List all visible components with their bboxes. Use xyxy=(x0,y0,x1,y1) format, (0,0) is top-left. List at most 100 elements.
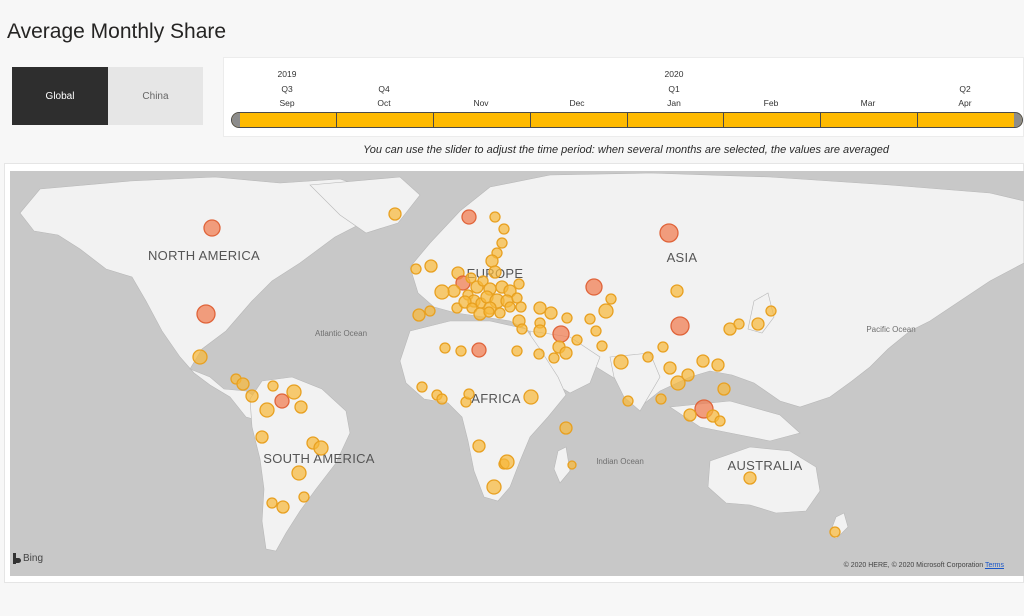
map-bubble[interactable] xyxy=(488,265,502,279)
map-bubble[interactable] xyxy=(743,471,757,485)
map-bubble[interactable] xyxy=(291,465,307,481)
map-bubble[interactable] xyxy=(439,342,451,354)
map-bubble[interactable] xyxy=(605,293,617,305)
map-bubble[interactable] xyxy=(717,382,731,396)
map-bubble[interactable] xyxy=(498,223,510,235)
map-bubble[interactable] xyxy=(523,389,539,405)
map-bubble[interactable] xyxy=(313,440,329,456)
terms-link[interactable]: Terms xyxy=(985,562,1004,569)
toggle-global[interactable]: Global xyxy=(12,67,108,125)
map-bubble[interactable] xyxy=(567,460,577,470)
map-bubble[interactable] xyxy=(659,223,679,243)
map-bubble[interactable] xyxy=(657,341,669,353)
map-bubble[interactable] xyxy=(236,377,250,391)
month-label: Oct xyxy=(377,98,391,108)
map-bubble[interactable] xyxy=(266,497,278,509)
map-bubble[interactable] xyxy=(472,439,486,453)
slider-hint: You can use the slider to adjust the tim… xyxy=(363,144,889,156)
toggle-china[interactable]: China xyxy=(108,67,203,125)
map-bubble[interactable] xyxy=(622,395,634,407)
map-bubble[interactable] xyxy=(613,354,629,370)
map-bubble[interactable] xyxy=(267,380,279,392)
map-bubble[interactable] xyxy=(410,263,422,275)
map-bubble[interactable] xyxy=(533,301,547,315)
map-bubble[interactable] xyxy=(461,209,477,225)
map-bubble[interactable] xyxy=(424,259,438,273)
map-bubble[interactable] xyxy=(515,301,527,313)
map-bubble[interactable] xyxy=(655,393,667,405)
map-bubble[interactable] xyxy=(196,304,216,324)
map-bubble[interactable] xyxy=(274,393,290,409)
map-bubble[interactable] xyxy=(294,400,308,414)
region-label-asia: ASIA xyxy=(667,250,698,265)
map-bubble[interactable] xyxy=(496,237,508,249)
map-bubble[interactable] xyxy=(533,324,547,338)
time-slider-track[interactable] xyxy=(231,112,1023,128)
map-bubble[interactable] xyxy=(561,312,573,324)
map-bubble[interactable] xyxy=(434,284,450,300)
map-bubble[interactable] xyxy=(765,305,777,317)
map-bubble[interactable] xyxy=(436,393,448,405)
map-bubble[interactable] xyxy=(504,301,516,313)
map-bubble[interactable] xyxy=(286,384,302,400)
map-bubble[interactable] xyxy=(203,219,221,237)
map-bubble[interactable] xyxy=(544,306,558,320)
map-bubble[interactable] xyxy=(596,340,608,352)
map-bubble[interactable] xyxy=(696,354,710,368)
map-bubble[interactable] xyxy=(298,491,310,503)
map-bubble[interactable] xyxy=(511,345,523,357)
map-bubble[interactable] xyxy=(424,305,436,317)
map-bubble[interactable] xyxy=(663,361,677,375)
map-bubble[interactable] xyxy=(733,318,745,330)
map-bubble[interactable] xyxy=(259,402,275,418)
map-bubble[interactable] xyxy=(489,211,501,223)
map-bubble[interactable] xyxy=(714,415,726,427)
map-bubble[interactable] xyxy=(711,358,725,372)
map-bubble[interactable] xyxy=(670,284,684,298)
map-bubble[interactable] xyxy=(571,334,583,346)
map-bubble[interactable] xyxy=(516,323,528,335)
map-bubble[interactable] xyxy=(533,348,545,360)
map-bubble[interactable] xyxy=(463,388,475,400)
map-bubble[interactable] xyxy=(559,421,573,435)
map-bubble[interactable] xyxy=(513,278,525,290)
slider-handle-end[interactable] xyxy=(1014,113,1022,127)
map-bubble[interactable] xyxy=(245,389,259,403)
year-label: 2019 xyxy=(277,69,297,79)
map-bubble[interactable] xyxy=(683,408,697,422)
map-bubble[interactable] xyxy=(681,368,695,382)
map-bubble[interactable] xyxy=(416,381,428,393)
map-bubble[interactable] xyxy=(598,303,614,319)
map-bubble[interactable] xyxy=(552,325,570,343)
map-bubble[interactable] xyxy=(751,317,765,331)
map-bubble[interactable] xyxy=(642,351,654,363)
map-bubble[interactable] xyxy=(499,454,515,470)
land-north-america xyxy=(19,176,383,422)
map-bubble[interactable] xyxy=(585,278,603,296)
map-bubble[interactable] xyxy=(455,345,467,357)
map-bubble[interactable] xyxy=(471,342,487,358)
map-bubble[interactable] xyxy=(276,500,290,514)
map-bubble[interactable] xyxy=(494,307,506,319)
ocean-label-pacific: Pacific Ocean xyxy=(866,325,915,334)
map-bubble[interactable] xyxy=(192,349,208,365)
region-label-north-america: NORTH AMERICA xyxy=(148,248,260,263)
map-bubble[interactable] xyxy=(412,308,426,322)
map-bubble[interactable] xyxy=(388,207,402,221)
map-bubble[interactable] xyxy=(548,352,560,364)
world-map[interactable]: NORTH AMERICA EUROPE ASIA AFRICA SOUTH A… xyxy=(10,171,1024,576)
map-bubble[interactable] xyxy=(255,430,269,444)
map-bubble[interactable] xyxy=(559,346,573,360)
map-bubble[interactable] xyxy=(486,479,502,495)
slider-handle-start[interactable] xyxy=(232,113,240,127)
map-bubble[interactable] xyxy=(447,284,461,298)
map-attribution: © 2020 HERE, © 2020 Microsoft Corporatio… xyxy=(844,562,1004,569)
map-bubble[interactable] xyxy=(483,306,495,318)
quarter-label: Q2 xyxy=(959,84,971,94)
map-bubble[interactable] xyxy=(829,526,841,538)
month-divider xyxy=(820,113,821,127)
map-bubble[interactable] xyxy=(590,325,602,337)
map-bubble[interactable] xyxy=(584,313,596,325)
map-bubble[interactable] xyxy=(485,254,499,268)
map-bubble[interactable] xyxy=(670,316,690,336)
